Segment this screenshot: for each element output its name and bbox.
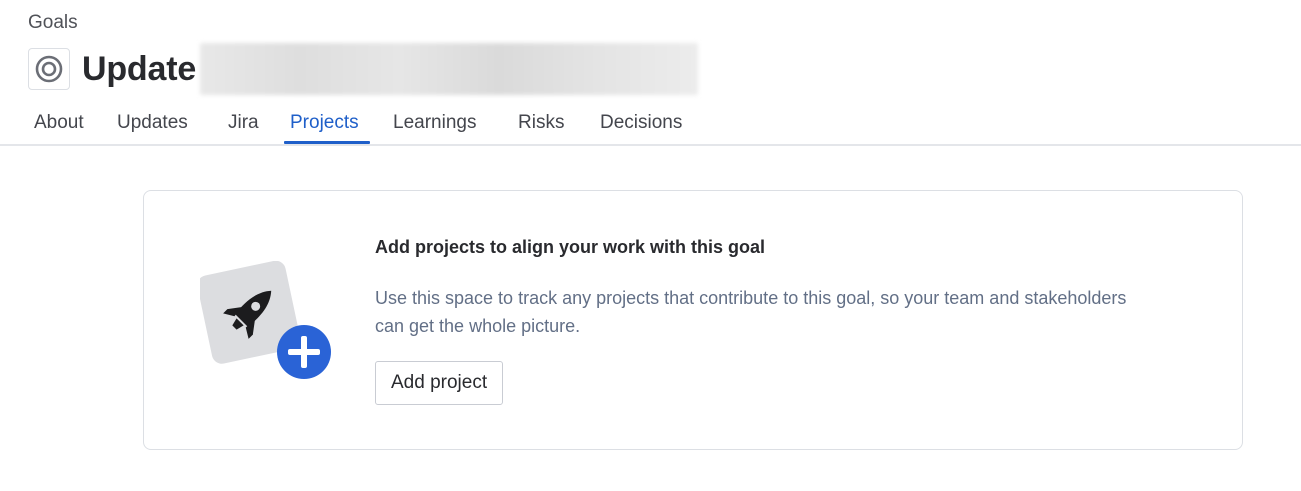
add-project-button[interactable]: Add project <box>375 361 504 405</box>
goal-target-icon[interactable] <box>28 48 70 90</box>
goal-page: Goals Update About Updates Jira Projects… <box>0 0 1301 491</box>
tab-about[interactable]: About <box>34 112 84 134</box>
empty-state-description: Use this space to track any projects tha… <box>375 288 1127 336</box>
page-title[interactable]: Update <box>82 50 196 89</box>
redacted-title-region <box>200 43 699 95</box>
breadcrumb-goals[interactable]: Goals <box>28 12 78 34</box>
rocket-with-plus-icon <box>197 260 335 386</box>
empty-state-card: Add projects to align your work with thi… <box>143 190 1243 450</box>
tab-updates[interactable]: Updates <box>117 112 188 134</box>
tab-learnings[interactable]: Learnings <box>393 112 476 134</box>
tab-jira[interactable]: Jira <box>228 112 259 134</box>
tab-decisions[interactable]: Decisions <box>600 112 682 134</box>
tab-bar: About Updates Jira Projects Learnings Ri… <box>0 100 1301 146</box>
active-tab-indicator <box>284 141 370 144</box>
empty-state-heading: Add projects to align your work with thi… <box>375 237 766 257</box>
tab-risks[interactable]: Risks <box>518 112 564 134</box>
tab-projects[interactable]: Projects <box>290 112 359 134</box>
title-row: Update <box>28 43 699 95</box>
